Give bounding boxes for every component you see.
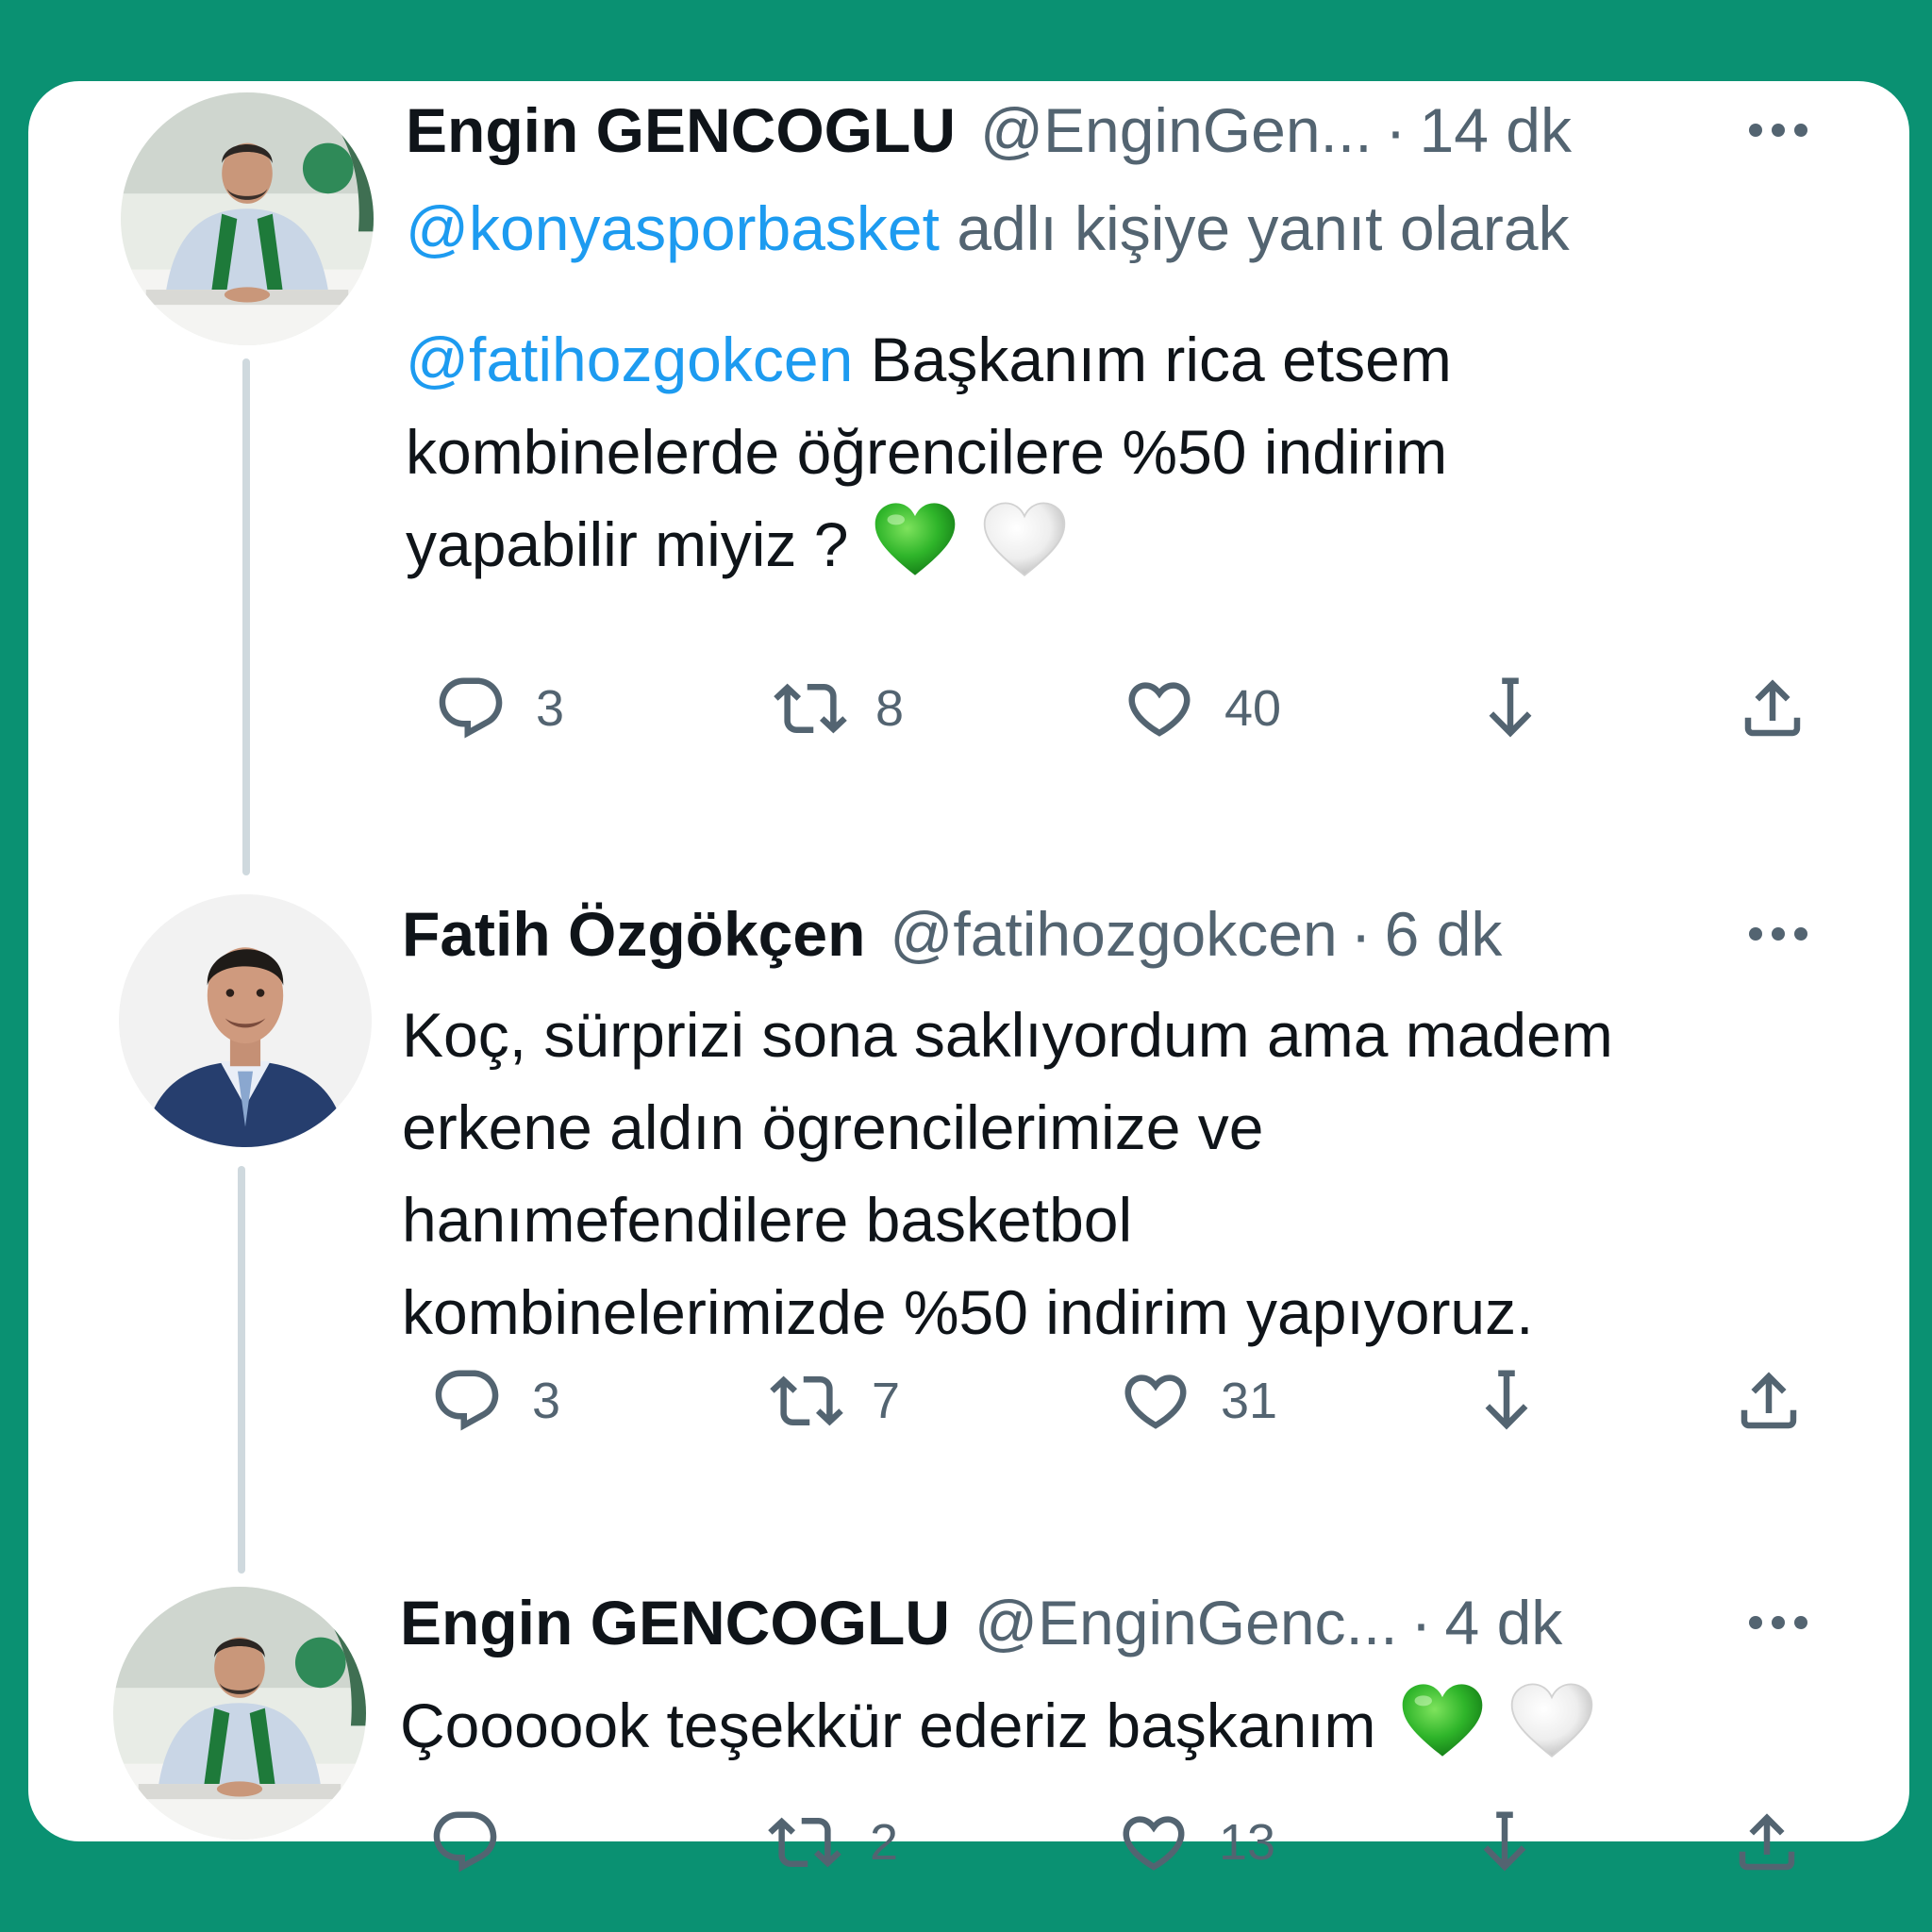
mention-link[interactable]: @fatihozgokcen	[406, 325, 853, 394]
display-name[interactable]: Fatih Özgökçen	[402, 898, 865, 970]
tweet-line: kombinelerimizde %50 indirim yapıyoruz.	[402, 1277, 1534, 1347]
reply-icon	[430, 1364, 504, 1438]
like-button[interactable]: 40	[1123, 666, 1281, 751]
tweet-line: yapabilir miyiz ?	[406, 509, 849, 579]
download-icon	[1468, 1806, 1541, 1879]
white-heart-icon	[981, 500, 1068, 579]
retweet-count: 2	[870, 1814, 899, 1871]
avatar-fatih-ozgokcen[interactable]	[119, 894, 372, 1147]
retweet-button[interactable]: 2	[768, 1800, 898, 1885]
thread-line	[242, 358, 250, 875]
like-count: 31	[1221, 1373, 1278, 1429]
tweet-line: Başkanım rica etsem	[853, 325, 1452, 394]
like-count: 40	[1224, 680, 1282, 737]
share-icon	[1736, 672, 1809, 745]
avatar-engin-gencoglu[interactable]	[121, 92, 374, 345]
avatar-engin-gencoglu[interactable]	[113, 1587, 366, 1840]
retweet-icon	[768, 1806, 841, 1879]
tweet-line: erkene aldın ögrencilerimize ve	[402, 1092, 1264, 1162]
like-icon	[1117, 1806, 1191, 1879]
display-name[interactable]: Engin GENCOGLU	[406, 94, 956, 166]
download-icon	[1474, 672, 1547, 745]
retweet-button[interactable]: 8	[774, 666, 904, 751]
green-heart-icon	[872, 500, 958, 579]
reply-icon	[428, 1806, 502, 1879]
tweet-line: Koç, sürprizi sona saklıyordum ama madem	[402, 1000, 1613, 1070]
avatar-image	[119, 894, 372, 1147]
share-button[interactable]	[1736, 666, 1809, 751]
action-bar: 3 7 31	[402, 1358, 1836, 1443]
retweet-button[interactable]: 7	[770, 1358, 900, 1443]
timestamp[interactable]: 4 dk	[1445, 1587, 1563, 1658]
reply-count: 3	[532, 1373, 561, 1429]
download-icon	[1470, 1364, 1543, 1438]
retweet-count: 7	[872, 1373, 901, 1429]
share-icon	[1732, 1364, 1806, 1438]
avatar-image	[121, 92, 374, 345]
tweet-text: Çoooook teşekkür ederiz başkanım	[400, 1679, 1834, 1772]
tweet-header: Engin GENCOGLU @EnginGenc... · 4 dk	[400, 1585, 1853, 1660]
tweet-line: kombinelerde öğrencilere %50 indirim	[406, 417, 1448, 487]
handle[interactable]: @EnginGen...	[980, 94, 1373, 166]
tweet-text: @fatihozgokcen Başkanım rica etsem kombi…	[406, 313, 1834, 591]
like-icon	[1123, 672, 1196, 745]
handle[interactable]: @fatihozgokcen	[890, 898, 1337, 970]
replying-text: adlı kişiye yanıt olarak	[957, 193, 1570, 263]
more-options-icon[interactable]	[1749, 1585, 1807, 1660]
more-options-icon[interactable]	[1749, 896, 1807, 972]
green-heart-icon	[1399, 1681, 1486, 1760]
reply-icon	[434, 672, 508, 745]
replying-to: @konyasporbasket adlı kişiye yanıt olara…	[406, 192, 1570, 264]
share-button[interactable]	[1730, 1800, 1804, 1885]
share-button[interactable]	[1732, 1358, 1806, 1443]
action-bar: 3 8 40	[406, 666, 1840, 751]
like-button[interactable]: 31	[1119, 1358, 1277, 1443]
display-name[interactable]: Engin GENCOGLU	[400, 1587, 950, 1658]
retweet-count: 8	[875, 680, 905, 737]
like-icon	[1119, 1364, 1192, 1438]
reply-count: 3	[536, 680, 565, 737]
download-button[interactable]	[1468, 1800, 1541, 1885]
thread-line	[238, 1166, 245, 1574]
like-count: 13	[1219, 1814, 1276, 1871]
download-button[interactable]	[1474, 666, 1547, 751]
separator-dot: ·	[1350, 899, 1372, 969]
avatar-image	[113, 1587, 366, 1840]
download-button[interactable]	[1470, 1358, 1543, 1443]
more-options-icon[interactable]	[1749, 92, 1807, 168]
action-bar: 2 13	[400, 1800, 1834, 1885]
tweet-text: Koç, sürprizi sona saklıyordum ama madem…	[402, 989, 1834, 1358]
tweet-header: Engin GENCOGLU @EnginGen... · 14 dk	[406, 92, 1853, 168]
share-icon	[1730, 1806, 1804, 1879]
tweet-header: Fatih Özgökçen @fatihozgokcen · 6 dk	[402, 896, 1853, 972]
timestamp[interactable]: 6 dk	[1385, 898, 1503, 970]
retweet-icon	[774, 672, 847, 745]
tweet-line: hanımefendilere basketbol	[402, 1185, 1133, 1255]
separator-dot: ·	[1410, 1588, 1432, 1657]
replying-mention-link[interactable]: @konyasporbasket	[406, 193, 940, 263]
retweet-icon	[770, 1364, 843, 1438]
reply-button[interactable]: 3	[430, 1358, 560, 1443]
handle[interactable]: @EnginGenc...	[974, 1587, 1398, 1658]
like-button[interactable]: 13	[1117, 1800, 1275, 1885]
thread-card: Engin GENCOGLU @EnginGen... · 14 dk @kon…	[28, 81, 1909, 1841]
tweet-line: Çoooook teşekkür ederiz başkanım	[400, 1690, 1376, 1760]
timestamp[interactable]: 14 dk	[1420, 94, 1572, 166]
reply-button[interactable]: 3	[434, 666, 564, 751]
reply-button[interactable]	[428, 1800, 530, 1885]
separator-dot: ·	[1385, 95, 1407, 165]
white-heart-icon	[1508, 1681, 1595, 1760]
